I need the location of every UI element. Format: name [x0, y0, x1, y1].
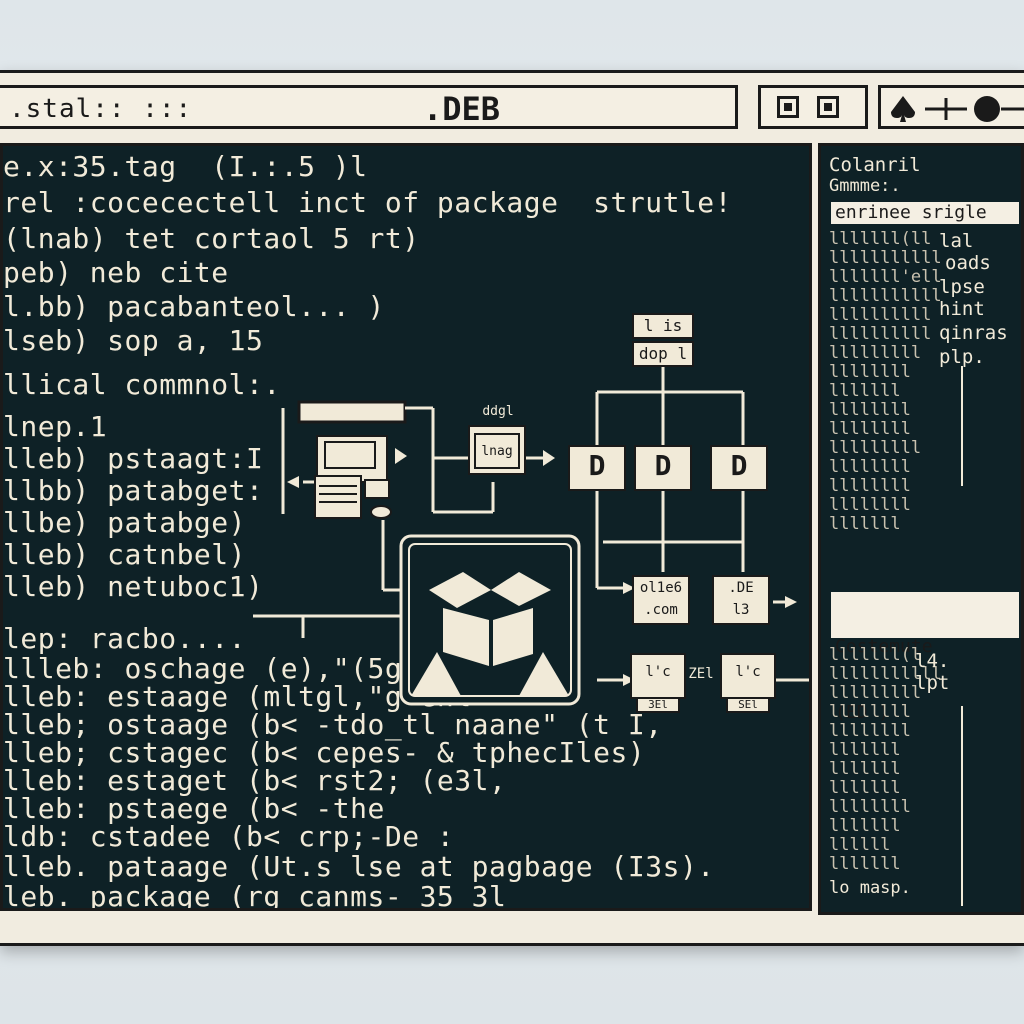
record-icon[interactable] [974, 96, 1000, 122]
terminal-pane[interactable]: e.x:35.tag (I.:.5 )l rel :cocecectell in… [0, 143, 812, 911]
sidebar-row: l4. [915, 650, 950, 672]
arrow-icon [543, 450, 555, 466]
diagram-label: .DE [728, 580, 754, 596]
diagram-label: ddgl [473, 404, 523, 424]
sidebar-row: plp. [939, 346, 985, 368]
window-tile-icon[interactable] [777, 96, 799, 118]
diagram-label: l'c [645, 664, 671, 680]
sidebar-row: lpse [939, 276, 985, 298]
diagram-label: l3 [732, 602, 750, 618]
plus-icon[interactable] [925, 98, 967, 120]
sidebar-selected-item[interactable]: enrinee srigle [831, 202, 1019, 224]
title-bar: .stal:: ::: .DEB [0, 73, 1024, 137]
sidebar-row: lpt [915, 672, 950, 694]
diagram-label: .com [644, 602, 678, 618]
diagram-label: ZEl [688, 666, 714, 682]
sidebar-row: oads [945, 252, 991, 274]
diagram-label: ol1e6 [639, 580, 683, 596]
sidebar-row: hint [939, 298, 985, 320]
title-path: .stal:: ::: [9, 94, 193, 124]
action-controls [878, 85, 1024, 129]
window-maximize-icon[interactable] [817, 96, 839, 118]
title-field[interactable]: .stal:: ::: .DEB [0, 85, 738, 129]
diagram-label: l'c [735, 664, 761, 680]
diagram-label: 3El [648, 698, 668, 711]
arrow-icon [287, 476, 299, 488]
sidebar-info-box: Costemute (ED ) [831, 592, 1019, 723]
arrow-icon [785, 596, 797, 608]
window-actions [891, 96, 1024, 122]
sidebar-subtitle: Gmmme:. [829, 176, 901, 196]
sidebar-row: lal [939, 230, 974, 252]
node-label: D [654, 449, 672, 482]
scroll-track[interactable] [961, 706, 963, 906]
node-label: D [730, 449, 748, 482]
node-label: D [588, 449, 606, 482]
diagram-label: l is [643, 316, 683, 335]
computer-icon [314, 435, 392, 519]
package-box-icon [399, 534, 581, 706]
diagram-label: dop l [638, 344, 688, 363]
diagram-label: SEl [738, 698, 758, 711]
package-structure-diagram [253, 313, 809, 713]
app-window: .stal:: ::: .DEB e.x:35.tag (I.:.5 )l re… [0, 70, 1024, 946]
window-title: .DEB [423, 90, 501, 128]
view-controls [758, 85, 868, 129]
sidebar-row: qinras [939, 322, 1008, 344]
glyph-column: lllllll(ll lllllllllll lllllll'ell lllll… [829, 229, 942, 534]
spade-icon[interactable] [891, 96, 915, 122]
diagram-label: lnag [481, 444, 513, 459]
sidebar-title: Colanril [829, 154, 921, 176]
scroll-track[interactable] [961, 366, 963, 486]
sidebar-panel[interactable]: Colanril Gmmme:. enrinee srigle lllllll(… [818, 143, 1024, 915]
arrow-icon [395, 448, 407, 464]
sidebar-footer: lo masp. [829, 878, 911, 898]
